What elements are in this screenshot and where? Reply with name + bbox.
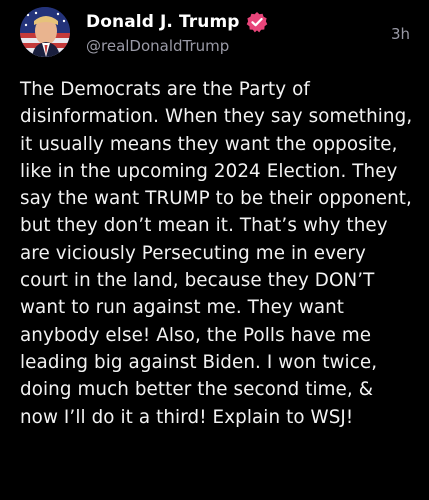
post-header: Donald J. Trump @realDonaldTrump 3h (20, 7, 410, 59)
post-timestamp[interactable]: 3h (391, 25, 410, 43)
display-name[interactable]: Donald J. Trump (86, 12, 240, 32)
post-text: The Democrats are the Party of disinform… (20, 79, 413, 428)
name-row: Donald J. Trump (86, 11, 268, 33)
verified-check-icon (246, 11, 268, 33)
avatar-image (20, 7, 70, 57)
user-handle[interactable]: @realDonaldTrump (86, 37, 229, 55)
avatar[interactable] (20, 7, 70, 57)
post-card: Donald J. Trump @realDonaldTrump 3h The … (0, 0, 429, 500)
